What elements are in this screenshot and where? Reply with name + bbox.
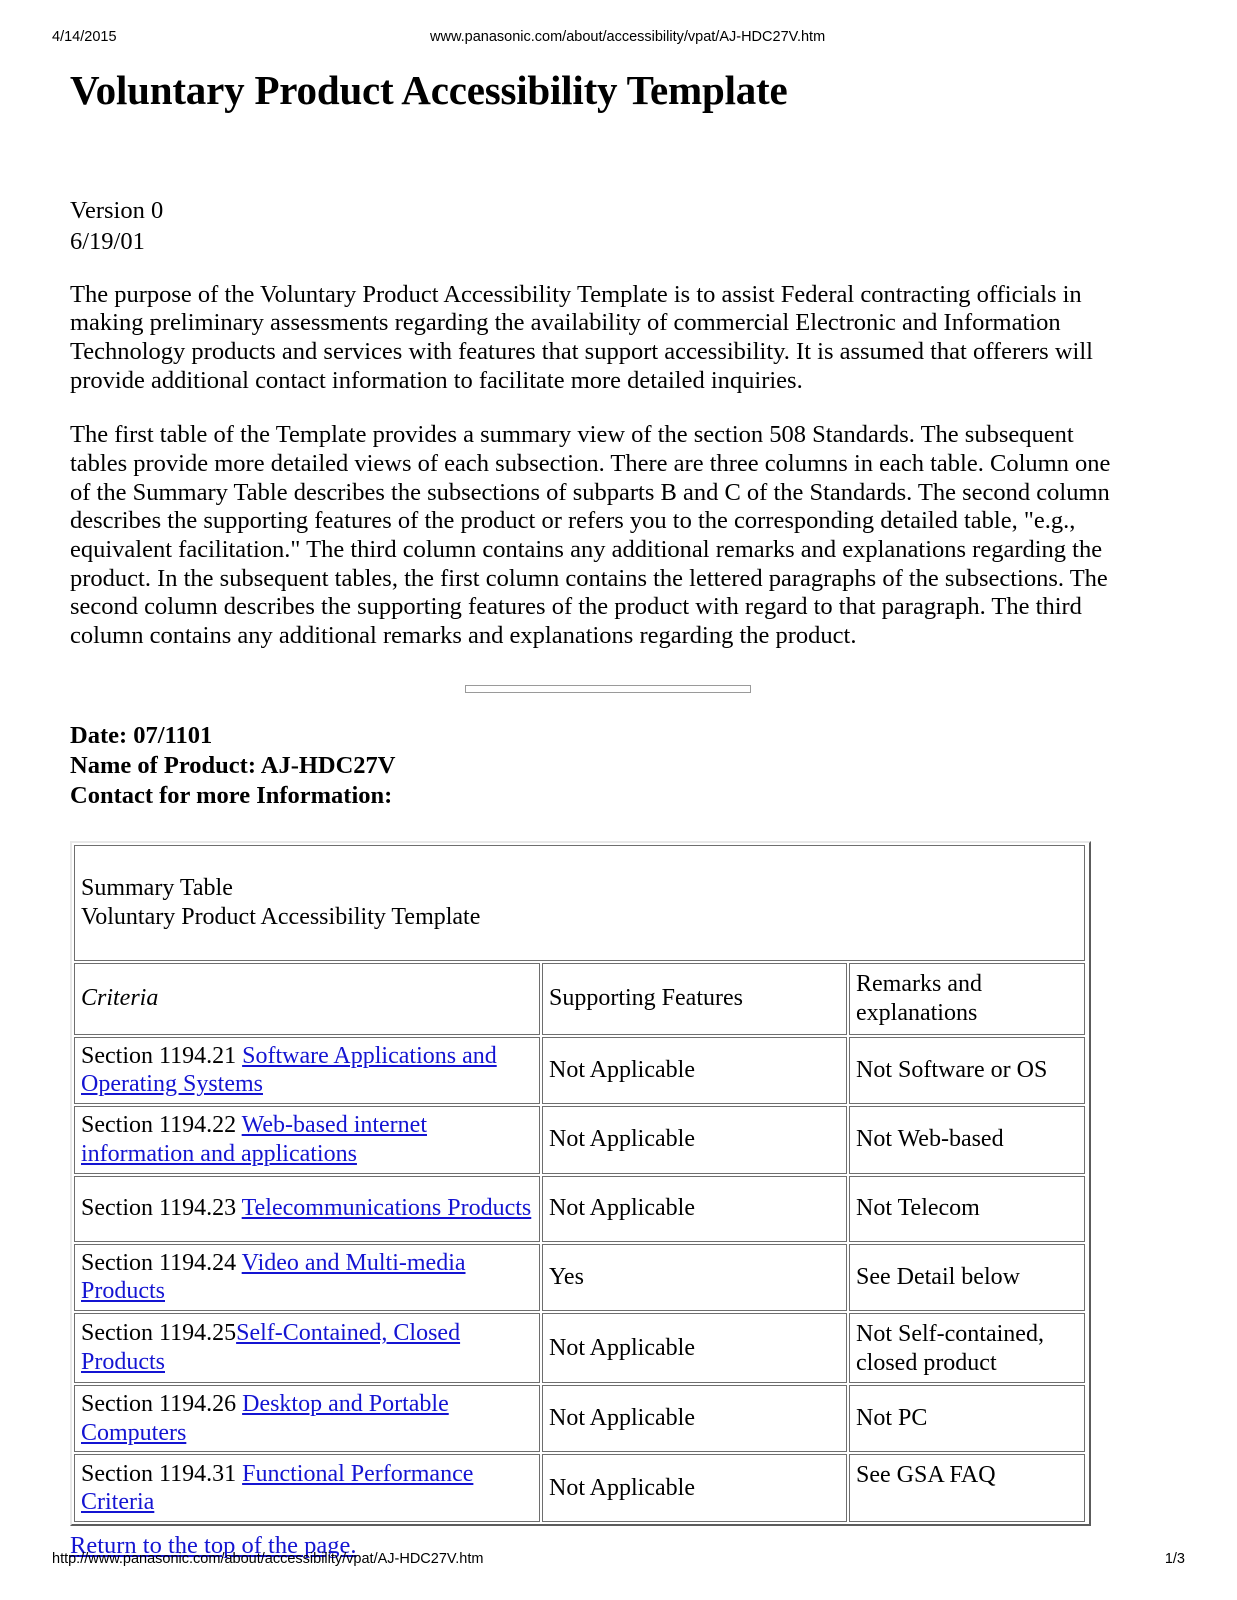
cell-criteria: Section 1194.25Self-Contained, Closed Pr…: [74, 1313, 540, 1383]
criteria-link[interactable]: Telecommunications Products: [242, 1195, 532, 1221]
print-footer-page-number: 1/3: [1164, 1551, 1185, 1567]
table-row: Section 1194.21 Software Applications an…: [74, 1036, 1085, 1105]
criteria-prefix: Section 1194.31: [81, 1460, 243, 1487]
cell-supporting-features: Not Applicable: [542, 1175, 847, 1242]
cell-criteria: Section 1194.22 Web-based internet infor…: [74, 1106, 540, 1174]
cell-remarks: Not Telecom: [849, 1175, 1085, 1242]
cell-criteria: Section 1194.24 Video and Multi-media Pr…: [74, 1243, 540, 1312]
summary-table-caption: Summary Table Voluntary Product Accessib…: [74, 844, 1085, 961]
criteria-prefix: Section 1194.25: [81, 1320, 237, 1347]
product-meta-block: Date: 07/1101 Name of Product: AJ-HDC27V…: [70, 721, 1170, 811]
criteria-prefix: Section 1194.21: [81, 1042, 243, 1069]
table-row: Section 1194.26 Desktop and Portable Com…: [74, 1384, 1085, 1453]
cell-supporting-features: Not Applicable: [542, 1454, 847, 1523]
intro-paragraph-1: The purpose of the Voluntary Product Acc…: [70, 280, 1093, 394]
table-row: Section 1194.24 Video and Multi-media Pr…: [74, 1243, 1085, 1312]
cell-remarks: See Detail below: [849, 1243, 1085, 1312]
horizontal-rule-wrapper: [70, 681, 1170, 697]
cell-criteria: Section 1194.31 Functional Performance C…: [74, 1454, 540, 1523]
print-header-date: 4/14/2015: [52, 29, 117, 45]
print-header: 4/14/2015 www.panasonic.com/about/access…: [0, 27, 1237, 47]
table-row: Section 1194.25Self-Contained, Closed Pr…: [74, 1313, 1085, 1383]
meta-product-name: Name of Product: AJ-HDC27V: [70, 751, 396, 779]
criteria-prefix: Section 1194.26: [81, 1390, 243, 1417]
cell-criteria: Section 1194.26 Desktop and Portable Com…: [74, 1384, 540, 1453]
cell-supporting-features: Not Applicable: [542, 1106, 847, 1174]
meta-date: Date: 07/1101: [70, 721, 213, 749]
version-block: Version 0 6/19/01: [70, 196, 1170, 256]
cell-remarks: Not Web-based: [849, 1106, 1085, 1174]
document-content: Voluntary Product Accessibility Template…: [70, 66, 1170, 1560]
cell-remarks: Not Self-contained, closed product: [849, 1313, 1085, 1383]
print-footer-url: http://www.panasonic.com/about/accessibi…: [52, 1551, 484, 1567]
table-row: Section 1194.22 Web-based internet infor…: [74, 1106, 1085, 1174]
cell-criteria: Section 1194.23 Telecommunications Produ…: [74, 1175, 540, 1242]
criteria-prefix: Section 1194.24: [81, 1249, 242, 1276]
column-header-criteria: Criteria: [74, 962, 540, 1035]
cell-remarks: Not Software or OS: [849, 1036, 1085, 1105]
cell-remarks: Not PC: [849, 1384, 1085, 1453]
horizontal-rule: [465, 684, 751, 693]
print-header-url: www.panasonic.com/about/accessibility/vp…: [430, 29, 826, 45]
column-header-remarks: Remarks and explanations: [849, 962, 1085, 1035]
cell-supporting-features: Yes: [542, 1243, 847, 1312]
criteria-prefix: Section 1194.22: [81, 1112, 242, 1139]
summary-table-wrapper: Summary Table Voluntary Product Accessib…: [70, 840, 1091, 1527]
cell-supporting-features: Not Applicable: [542, 1036, 847, 1105]
cell-criteria: Section 1194.21 Software Applications an…: [74, 1036, 540, 1105]
table-caption-row: Summary Table Voluntary Product Accessib…: [74, 844, 1085, 961]
summary-table: Summary Table Voluntary Product Accessib…: [72, 842, 1087, 1525]
criteria-prefix: Section 1194.23: [81, 1195, 242, 1222]
page: 4/14/2015 www.panasonic.com/about/access…: [0, 0, 1237, 1600]
cell-remarks: See GSA FAQ: [849, 1454, 1085, 1523]
version-date: 6/19/01: [70, 227, 145, 255]
column-header-supporting-features: Supporting Features: [542, 962, 847, 1035]
table-header-row: Criteria Supporting Features Remarks and…: [74, 962, 1085, 1035]
intro-paragraph-2: The first table of the Template provides…: [70, 421, 1111, 649]
table-row: Section 1194.23 Telecommunications Produ…: [74, 1175, 1085, 1242]
print-footer: http://www.panasonic.com/about/accessibi…: [0, 1548, 1237, 1570]
meta-contact: Contact for more Information:: [70, 781, 393, 809]
caption-line-2: Voluntary Product Accessibility Template: [81, 903, 481, 930]
version-label: Version 0: [70, 197, 164, 225]
cell-supporting-features: Not Applicable: [542, 1313, 847, 1383]
caption-line-1: Summary Table: [81, 874, 233, 901]
table-row: Section 1194.31 Functional Performance C…: [74, 1454, 1085, 1523]
page-title: Voluntary Product Accessibility Template: [70, 67, 788, 113]
cell-supporting-features: Not Applicable: [542, 1384, 847, 1453]
